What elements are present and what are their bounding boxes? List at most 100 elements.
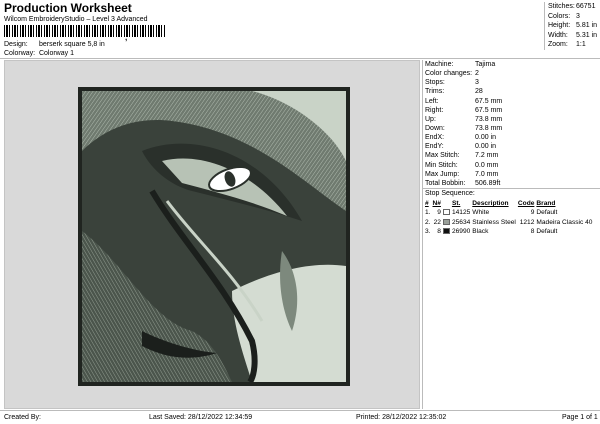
stat-label: Zoom:	[548, 41, 568, 48]
stat-value: 3	[576, 12, 580, 20]
machine-properties: Machine: Tajima Color changes: 2 Stops: 3 T…	[423, 60, 600, 189]
design-stats: Stitches: 66751 Colors: 3 Height: 5.81 in W…	[544, 2, 600, 50]
row-num: 3.	[425, 228, 431, 236]
stat-colors: Colors: 3	[548, 12, 600, 22]
prop-label: Color changes:	[425, 70, 473, 78]
prop-value: 7.0 mm	[475, 170, 499, 178]
prop-label: EndY:	[425, 143, 444, 151]
row-code: 1212	[519, 218, 535, 226]
stat-value: 66751	[576, 3, 596, 10]
stat-stitches: Stitches: 66751	[548, 2, 600, 12]
prop-label: Up:	[425, 115, 436, 123]
prop-value: 67.5 mm	[475, 106, 503, 114]
colorway-label: Colorway:	[4, 50, 36, 57]
prop-row: Min Stitch: 0.0 mm	[423, 161, 600, 170]
col-num: #	[425, 199, 429, 207]
header-divider	[0, 58, 600, 59]
prop-value: 0.00 in	[475, 134, 497, 142]
prop-label: Min Stitch:	[425, 161, 458, 169]
prop-label: Trims:	[425, 88, 445, 96]
table-row: 2. 22 25634 Stainless Steel 1212 Madeira…	[425, 217, 594, 227]
col-code: Code	[517, 199, 535, 207]
prop-value: 0.00 in	[475, 143, 497, 151]
design-preview-canvas	[4, 60, 420, 409]
row-brand: Default	[536, 228, 558, 236]
col-needle: N#	[432, 199, 441, 207]
row-needle: 9	[437, 209, 441, 217]
color-swatch	[442, 227, 452, 237]
row-stitches: 14125	[451, 209, 471, 217]
prop-row: Total Bobbin: 506.89ft	[423, 179, 600, 188]
prop-label: Down:	[425, 124, 445, 132]
col-swatch	[443, 199, 452, 208]
color-swatch	[442, 208, 452, 218]
stop-sequence-table: # N# St. Description Code Brand 1. 9 141…	[425, 199, 594, 237]
prop-row: EndX: 0.00 in	[423, 133, 600, 142]
row-description: Stainless Steel	[472, 218, 516, 226]
prop-label: Left:	[425, 97, 439, 105]
stat-label: Stitches:	[548, 3, 575, 10]
col-stitches: St.	[451, 199, 461, 207]
colorway-value: Colorway 1	[38, 50, 74, 57]
prop-label: Max Jump:	[425, 170, 460, 178]
row-code: 9	[530, 209, 535, 217]
design-label: Design:	[4, 41, 28, 48]
prop-row: Trims: 28	[423, 87, 600, 96]
created-by: Created By:	[4, 414, 41, 421]
swatch-stainless-steel	[442, 218, 450, 225]
page-number: Page 1 of 1	[562, 414, 598, 421]
design-row: Design: berserk square 5,8 in	[4, 41, 105, 48]
barcode	[4, 25, 166, 37]
colorway-row: Colorway: Colorway 1	[4, 50, 74, 57]
design-value: berserk square 5,8 in	[38, 41, 105, 48]
prop-row: Machine: Tajima	[423, 60, 600, 69]
stat-label: Width:	[548, 31, 568, 39]
prop-value: Tajima	[475, 61, 496, 68]
prop-row: EndY: 0.00 in	[423, 142, 600, 151]
row-code: 8	[530, 228, 535, 236]
row-stitches: 25634	[451, 218, 471, 226]
prop-value: 28	[475, 88, 483, 96]
row-needle: 22	[433, 218, 441, 226]
row-needle: 8	[437, 228, 441, 236]
barcode-mark: ,	[125, 33, 128, 42]
row-num: 1.	[425, 209, 431, 217]
stat-width: Width: 5.31 in	[548, 31, 600, 41]
prop-row: Max Jump: 7.0 mm	[423, 170, 600, 179]
stat-value: 5.31 in	[576, 31, 598, 39]
row-num: 2.	[425, 218, 431, 226]
stat-label: Height:	[548, 22, 571, 29]
table-header-row: # N# St. Description Code Brand	[425, 199, 594, 208]
table-row: 1. 9 14125 White 9 Default	[425, 208, 594, 218]
stat-zoom: Zoom: 1:1	[548, 40, 600, 50]
row-brand: Madeira Classic 40	[536, 218, 593, 226]
color-swatch	[442, 217, 452, 227]
eye-artwork	[82, 91, 346, 382]
row-description: White	[472, 209, 490, 217]
prop-row: Right: 67.5 mm	[423, 106, 600, 115]
prop-value: 67.5 mm	[475, 97, 503, 105]
row-brand: Default	[536, 209, 558, 217]
worksheet-title: Production Worksheet	[4, 1, 132, 15]
table-row: 3. 8 26990 Black 8 Default	[425, 227, 594, 237]
prop-row: Down: 73.8 mm	[423, 124, 600, 133]
prop-row: Color changes: 2	[423, 69, 600, 78]
stat-value: 5.81 in	[576, 22, 598, 29]
prop-label: Total Bobbin:	[425, 179, 466, 187]
prop-value: 7.2 mm	[475, 152, 499, 160]
properties-panel: Machine: Tajima Color changes: 2 Stops: 3 T…	[422, 60, 600, 409]
page-footer: Created By: Last Saved: 28/12/2022 12:34…	[0, 410, 600, 424]
col-brand: Brand	[536, 199, 556, 207]
swatch-black	[442, 228, 450, 235]
prop-label: Right:	[425, 106, 444, 114]
prop-row: Max Stitch: 7.2 mm	[423, 151, 600, 160]
prop-value: 2	[475, 70, 479, 78]
prop-label: EndX:	[425, 134, 445, 142]
prop-value: 3	[475, 79, 479, 87]
prop-label: Max Stitch:	[425, 152, 460, 160]
prop-value: 73.8 mm	[475, 115, 503, 123]
prop-row: Stops: 3	[423, 78, 600, 87]
software-subtitle: Wilcom EmbroideryStudio – Level 3 Advanc…	[4, 16, 148, 23]
stat-value: 1:1	[576, 41, 586, 48]
embroidery-design-image	[78, 87, 350, 386]
